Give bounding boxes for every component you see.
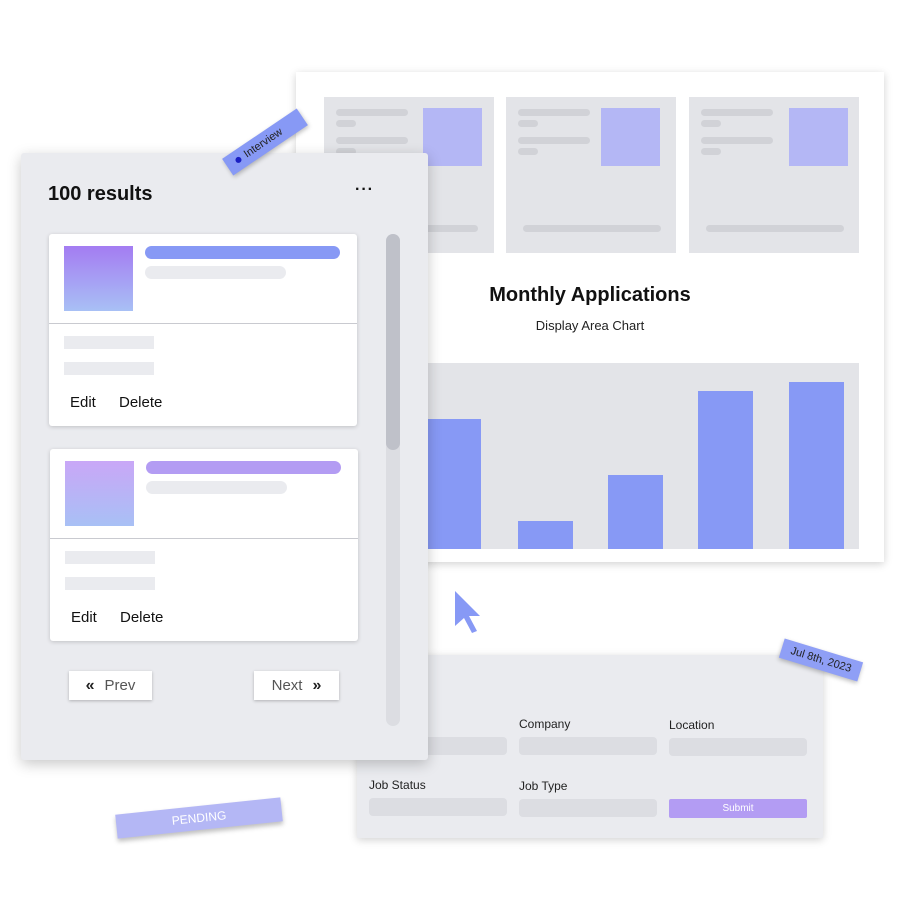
scrollbar-thumb[interactable] bbox=[386, 234, 400, 450]
job-card: Edit Delete bbox=[50, 449, 358, 641]
company-placeholder bbox=[146, 481, 287, 494]
delete-button[interactable]: Delete bbox=[120, 609, 163, 626]
job-type-label: Job Type bbox=[519, 779, 568, 793]
company-field[interactable] bbox=[519, 737, 657, 755]
job-card: Edit Delete bbox=[49, 234, 357, 426]
stat-card bbox=[506, 97, 676, 253]
company-logo-image bbox=[65, 461, 134, 526]
ellipsis-icon[interactable]: ··· bbox=[355, 181, 374, 199]
company-label: Company bbox=[519, 717, 571, 731]
detail-placeholder bbox=[65, 577, 155, 590]
chart-bar bbox=[608, 475, 663, 549]
company-placeholder bbox=[145, 266, 286, 279]
double-chevron-right-icon: » bbox=[312, 676, 322, 694]
divider bbox=[50, 538, 358, 539]
delete-button[interactable]: Delete bbox=[119, 394, 162, 411]
stat-card bbox=[689, 97, 859, 253]
cursor-pointer-icon bbox=[455, 591, 480, 633]
results-panel: 100 results ··· Edit Delete Edit Delete … bbox=[21, 153, 428, 760]
next-button[interactable]: Next » bbox=[254, 671, 339, 700]
detail-placeholder bbox=[64, 336, 154, 349]
job-title-placeholder bbox=[145, 246, 340, 259]
chart-bar bbox=[518, 521, 573, 549]
chart-bar bbox=[698, 391, 753, 549]
divider bbox=[49, 323, 357, 324]
pending-tag: PENDING bbox=[115, 797, 283, 839]
next-label: Next bbox=[271, 677, 303, 694]
status-dot-icon bbox=[234, 155, 243, 165]
location-field[interactable] bbox=[669, 738, 807, 756]
prev-button[interactable]: « Prev bbox=[69, 671, 152, 700]
job-status-label: Job Status bbox=[369, 778, 426, 792]
chart-bar bbox=[789, 382, 844, 549]
job-type-select[interactable] bbox=[519, 799, 657, 817]
chart-bar bbox=[426, 419, 481, 549]
submit-button[interactable]: Submit bbox=[669, 799, 807, 818]
job-title-placeholder bbox=[146, 461, 341, 474]
detail-placeholder bbox=[65, 551, 155, 564]
location-label: Location bbox=[669, 718, 715, 732]
double-chevron-left-icon: « bbox=[85, 676, 95, 694]
results-title: 100 results bbox=[48, 183, 153, 205]
edit-button[interactable]: Edit bbox=[71, 609, 97, 626]
detail-placeholder bbox=[64, 362, 154, 375]
edit-button[interactable]: Edit bbox=[70, 394, 96, 411]
job-status-select[interactable] bbox=[369, 798, 507, 816]
prev-label: Prev bbox=[104, 677, 136, 694]
company-logo-image bbox=[64, 246, 133, 311]
